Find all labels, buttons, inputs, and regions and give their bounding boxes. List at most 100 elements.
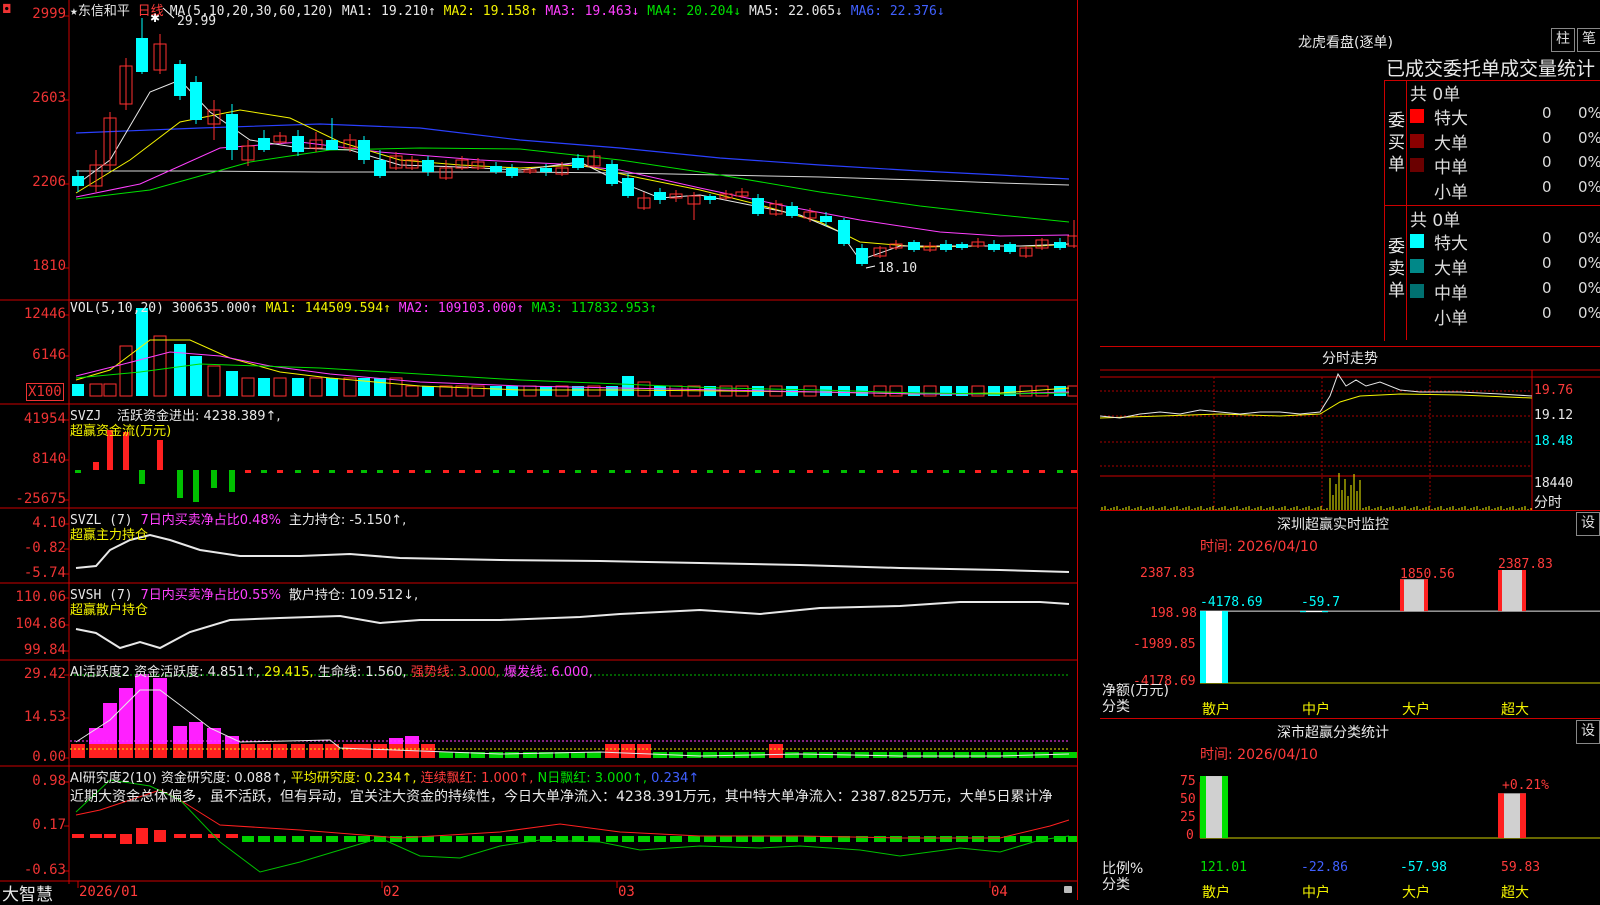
money-flow-bar [1057, 470, 1063, 473]
volume-bar [405, 385, 419, 397]
sell-color-1 [1410, 259, 1424, 273]
sell-pct: 0% [1578, 279, 1600, 297]
money-flow-bar [959, 470, 965, 473]
ai2-header: AI研究度2(10) 资金研究度: 0.088↑, 平均研究度: 0.234↑,… [70, 771, 700, 786]
bar-mode-button[interactable]: 柱 [1551, 28, 1575, 52]
activity-base-bar [605, 744, 619, 758]
research-bar [804, 836, 816, 842]
money-flow-bar [543, 470, 549, 473]
volume-bar [940, 386, 952, 396]
y-label: 41954 [23, 411, 66, 427]
sell-label: 小单 [1434, 309, 1468, 329]
ma6: MA6: 22.376↓ [850, 4, 945, 19]
money-flow-bar [1071, 470, 1077, 473]
candle-down [326, 140, 338, 150]
y-label: 4.10 [32, 515, 66, 531]
flag-icon[interactable]: ◘ [2, 2, 12, 16]
lhb-panel: 龙虎看盘(逐单) 柱 笔 已成交委托单成交量统计 委买单 共 0单 特大 0 0… [1100, 0, 1600, 347]
activity-base-bar [621, 744, 635, 758]
volume-bar [971, 385, 985, 397]
candle-down [988, 244, 1000, 250]
volume-bar [72, 384, 84, 396]
candle-down [820, 216, 832, 222]
ma4: MA4: 20.204↓ [647, 4, 742, 19]
research-bar [120, 834, 132, 844]
activity-base-bar [769, 744, 783, 758]
money-flow-bar [823, 470, 829, 473]
research-bar [988, 836, 1000, 842]
volume-bar [343, 377, 357, 397]
x-label: 02 [383, 884, 400, 900]
activity-base-bar [273, 744, 287, 758]
analysis-text: 近期大资金总体偏多，虽不活跃，但有异动，宜关注大资金的持续性，今日大单净流入：4… [70, 789, 1053, 805]
activity-base-bar [357, 744, 371, 758]
period-label[interactable]: 日线 [138, 4, 164, 19]
money-flow-bar [927, 470, 933, 473]
research-bar [940, 836, 952, 842]
money-flow-bar [575, 470, 581, 473]
high-mark: 29.99 [177, 14, 217, 29]
money-flow-bar [459, 470, 465, 473]
y-label: 0.98 [32, 773, 66, 789]
candle-down [704, 196, 716, 200]
money-flow-bar [591, 470, 597, 473]
sell-color-2 [1410, 284, 1424, 298]
volume-bar [1054, 386, 1066, 396]
research-bar [752, 836, 764, 842]
tick-mode-button[interactable]: 笔 [1577, 28, 1600, 52]
sell-count: 0 [1542, 229, 1552, 247]
money-flow-bar [789, 470, 795, 473]
classstat-val: -57.98 [1400, 860, 1447, 875]
research-bar [226, 834, 238, 838]
fenshi-panel[interactable]: 分时走势 19.76 19.12 18.48 18440 分时 [1100, 346, 1600, 511]
money-flow-bar [609, 470, 615, 473]
x-label: 04 [991, 884, 1008, 900]
research-bar [1068, 836, 1077, 842]
money-flow-bar [877, 470, 883, 473]
monitor-bar-edge [1400, 579, 1404, 612]
classstat-bar-edge [1498, 793, 1504, 838]
money-flow-bar [707, 470, 713, 473]
svzj-sub: 超赢资金流(万元) [70, 424, 172, 439]
lock-icon[interactable] [1064, 886, 1072, 893]
research-bar [704, 836, 716, 842]
classstat-y: 0 [1186, 828, 1194, 843]
stock-name[interactable]: 东信和平 [78, 4, 130, 19]
candle-down [572, 158, 584, 168]
classstat-cat: 散户 [1202, 885, 1230, 901]
volume-bar [490, 386, 502, 396]
sell-side-label: 委卖单 [1388, 237, 1405, 301]
money-flow-bar [911, 470, 917, 473]
candle-down [940, 244, 952, 250]
monitor-bar [1498, 570, 1526, 612]
research-bar [874, 836, 886, 842]
activity-base-bar [439, 752, 453, 758]
research-bar [292, 836, 304, 842]
money-flow-bar [295, 470, 301, 473]
volume-bar [292, 378, 304, 396]
money-flow-bar [193, 470, 199, 502]
volume-bar [889, 385, 903, 397]
volume-bar [622, 376, 634, 396]
candle-down [622, 178, 634, 196]
volume-bar [207, 365, 221, 397]
y-label: 104.86 [15, 616, 66, 632]
volume-bar [174, 344, 186, 396]
buy-count: 0 [1542, 178, 1552, 196]
research-bar [506, 836, 518, 842]
volume-bar [803, 385, 817, 397]
research-bar [770, 836, 782, 842]
volume-bar [119, 345, 133, 397]
ma3: MA3: 19.463↓ [545, 4, 640, 19]
candle-down [358, 140, 370, 160]
chart-area[interactable]: ✱ 2999 2603 2206 1810 12446 6146 X100 41… [0, 0, 1078, 905]
money-flow-bar [723, 470, 729, 473]
research-bar [1020, 836, 1032, 842]
activity-base-bar [373, 744, 387, 758]
research-bar [258, 836, 270, 842]
buy-side-label: 委买单 [1388, 111, 1405, 175]
research-bar [104, 834, 116, 838]
candle-down [506, 168, 518, 176]
volume-bar [540, 386, 552, 396]
svsh-sub: 超赢散户持仓 [70, 603, 149, 618]
